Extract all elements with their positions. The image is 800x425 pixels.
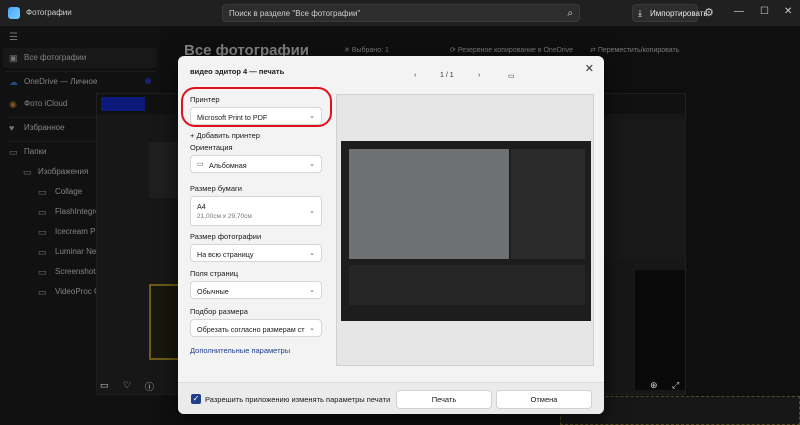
import-label: Импортировать [650, 9, 708, 18]
print-dialog: видео эдитор 4 — печать ✕ ‹ 1 / 1 › ▭ Пр… [178, 56, 604, 414]
title-bar: Фотографии Поиск в разделе "Все фотограф… [0, 0, 800, 26]
photo-size-value: На всю страницу [197, 250, 254, 259]
chevron-down-icon: ⌄ [309, 250, 315, 257]
allow-change-label: Разрешить приложению изменять параметры … [205, 395, 391, 404]
page-indicator: 1 / 1 [440, 72, 454, 79]
info-icon[interactable]: ⓘ [145, 380, 154, 393]
search-input[interactable]: Поиск в разделе "Все фотографии" ⌕ [222, 4, 580, 22]
photo-size-select[interactable]: На всю страницу ⌄ [190, 244, 322, 262]
allow-change-checkbox[interactable]: ✓ [191, 394, 201, 404]
orientation-label: Ориентация [190, 143, 233, 152]
preview-timeline [349, 265, 585, 305]
fit-select[interactable]: Обрезать согласно размерам стра ⌄ [190, 319, 322, 337]
search-icon[interactable]: ⌕ [567, 8, 573, 19]
margins-value: Обычные [197, 287, 229, 296]
maximize-icon[interactable]: ☐ [760, 6, 769, 17]
next-page-icon[interactable]: › [478, 72, 480, 79]
print-preview [336, 94, 594, 366]
dialog-footer: ✓ Разрешить приложению изменять параметр… [178, 382, 604, 414]
orientation-value: Альбомная [209, 161, 247, 170]
chevron-down-icon: ⌄ [309, 161, 315, 168]
preview-image [341, 141, 591, 321]
photo-size-label: Размер фотографии [190, 232, 262, 241]
dialog-title: видео эдитор 4 — печать [190, 67, 285, 76]
highlight-ring [181, 87, 332, 127]
margins-select[interactable]: Обычные ⌄ [190, 281, 322, 299]
fullscreen-icon[interactable]: ⤢ [672, 380, 679, 391]
paper-size-value: A4 [197, 202, 206, 211]
add-printer-label: Добавить принтер [196, 131, 260, 140]
app-title: Фотографии [26, 8, 72, 17]
print-button[interactable]: Печать [396, 390, 492, 409]
fit-page-icon[interactable]: ▭ [508, 72, 515, 80]
orientation-select[interactable]: Альбомная ▭ ⌄ [190, 155, 322, 173]
fit-label: Подбор размера [190, 307, 248, 316]
close-icon[interactable]: ✕ [585, 62, 594, 75]
prev-page-icon[interactable]: ‹ [414, 72, 416, 79]
preview-video-frame [349, 149, 509, 259]
paper-size-select[interactable]: A4 21,00см x 29,70см ⌄ [190, 196, 322, 226]
import-icon: ⤓ [638, 8, 642, 18]
fit-value: Обрезать согласно размерам стра [197, 325, 305, 334]
margins-label: Поля страниц [190, 269, 239, 278]
close-icon[interactable]: ✕ [784, 6, 792, 17]
more-settings-link[interactable]: Дополнительные параметры [190, 346, 290, 355]
import-button[interactable]: ⤓ Импортировать [632, 4, 708, 22]
photos-app-icon [8, 7, 20, 19]
add-printer-link[interactable]: + Добавить принтер [190, 131, 260, 140]
preview-side-panel [511, 149, 585, 259]
heart-icon[interactable]: ♡ [123, 380, 131, 391]
minimize-icon[interactable]: — [734, 6, 744, 17]
gear-icon[interactable]: ⚙ [704, 6, 714, 19]
zoom-in-icon[interactable]: ⊕ [650, 380, 658, 391]
paper-size-sub: 21,00см x 29,70см [197, 213, 252, 220]
monitor-icon[interactable]: ▭ [100, 380, 109, 391]
cancel-button[interactable]: Отмена [496, 390, 592, 409]
landscape-icon: ▭ [197, 161, 204, 168]
chevron-down-icon: ⌄ [309, 325, 315, 332]
chevron-down-icon: ⌄ [309, 208, 315, 215]
search-placeholder: Поиск в разделе "Все фотографии" [229, 9, 361, 18]
paper-size-label: Размер бумаги [190, 184, 242, 193]
chevron-down-icon: ⌄ [309, 287, 315, 294]
